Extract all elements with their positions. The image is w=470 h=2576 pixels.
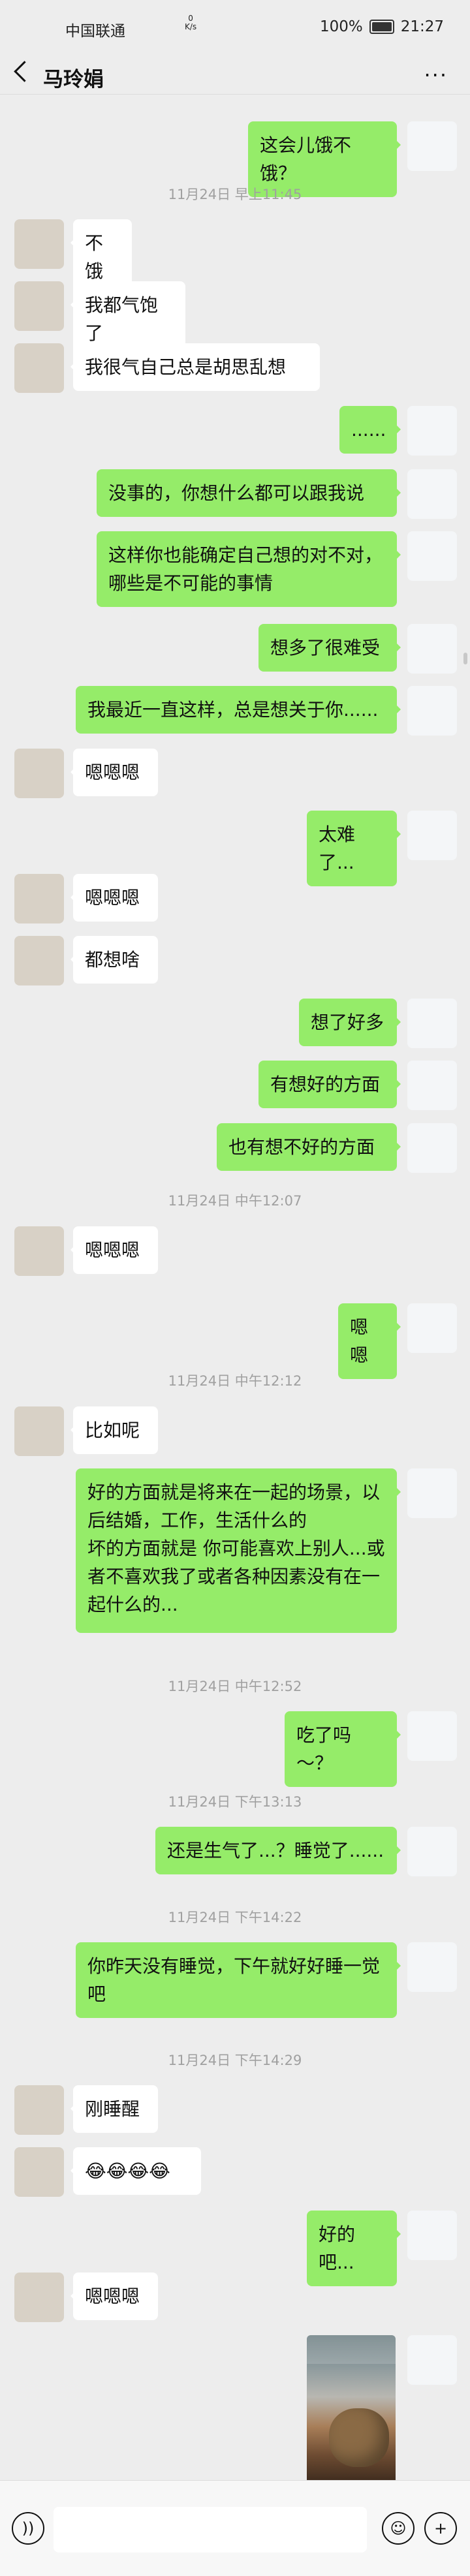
chat-header: 马玲娟 ··· xyxy=(0,54,470,95)
timestamp: 11月24日 中午12:07 xyxy=(168,1193,302,1209)
avatar[interactable] xyxy=(407,686,457,736)
message-bubble[interactable]: 嗯嗯嗯 xyxy=(70,749,158,796)
status-bar: 中国联通 0 K/s 100% 21:27 xyxy=(0,0,470,54)
timestamp: 11月24日 中午12:52 xyxy=(168,1679,302,1694)
message-bubble[interactable]: 你昨天没有睡觉，下午就好好睡一觉吧 xyxy=(76,1942,401,2018)
message-bubble[interactable]: 我最近一直这样，总是想关于你...... xyxy=(76,686,401,734)
message-bubble[interactable]: 好的吧... xyxy=(307,2211,401,2286)
message-bubble[interactable]: 嗯嗯嗯 xyxy=(70,2273,158,2320)
avatar[interactable] xyxy=(14,1406,64,1456)
message-bubble[interactable]: 嗯嗯嗯 xyxy=(70,874,158,922)
avatar[interactable] xyxy=(407,2335,457,2385)
avatar[interactable] xyxy=(407,1942,457,1992)
avatar[interactable] xyxy=(407,2211,457,2260)
message-bubble[interactable]: 嗯嗯嗯 xyxy=(70,1226,158,1274)
avatar[interactable] xyxy=(14,2147,64,2197)
emoji-icon[interactable]: ☺ xyxy=(382,2512,415,2545)
avatar[interactable] xyxy=(14,1226,64,1276)
avatar[interactable] xyxy=(407,1123,457,1173)
timestamp: 11月24日 下午13:13 xyxy=(168,1794,302,1810)
network-speed: 0 K/s xyxy=(185,14,196,31)
avatar[interactable] xyxy=(14,343,64,393)
timestamp: 11月24日 下午14:29 xyxy=(168,2053,302,2068)
avatar[interactable] xyxy=(14,749,64,798)
message-bubble[interactable]: 也有想不好的方面 xyxy=(217,1123,401,1171)
avatar[interactable] xyxy=(407,1061,457,1110)
back-icon[interactable] xyxy=(14,61,35,82)
avatar[interactable] xyxy=(407,406,457,456)
avatar[interactable] xyxy=(407,531,457,581)
avatar[interactable] xyxy=(407,1468,457,1518)
message-bubble[interactable]: 吃了吗～？ xyxy=(285,1711,401,1787)
avatar[interactable] xyxy=(407,624,457,674)
timestamp: 11月24日 中午12:12 xyxy=(168,1373,302,1389)
carrier-label: 中国联通 xyxy=(65,23,125,40)
avatar[interactable] xyxy=(407,121,457,171)
message-bubble[interactable]: 太难了... xyxy=(307,811,401,886)
message-bubble[interactable]: ...... xyxy=(339,406,401,454)
message-bubble[interactable]: 嗯嗯 xyxy=(338,1303,401,1379)
message-bubble[interactable]: 比如呢 xyxy=(70,1406,158,1454)
avatar[interactable] xyxy=(407,1827,457,1876)
battery-percent: 100% xyxy=(319,18,363,35)
input-bar: )) ☺ + xyxy=(0,2480,470,2576)
message-bubble[interactable]: 都想啥 xyxy=(70,936,158,984)
net-speed-unit: K/s xyxy=(185,22,197,31)
battery-icon xyxy=(369,20,394,34)
avatar[interactable] xyxy=(407,811,457,860)
message-bubble[interactable]: 刚睡醒 xyxy=(70,2085,158,2133)
avatar[interactable] xyxy=(14,219,64,269)
timestamp: 11月24日 早上11:45 xyxy=(168,187,302,202)
message-bubble[interactable]: 还是生气了...？睡觉了...... xyxy=(155,1827,401,1874)
timestamp: 11月24日 下午14:22 xyxy=(168,1910,302,1925)
avatar[interactable] xyxy=(407,999,457,1048)
status-right: 100% 21:27 xyxy=(320,18,444,35)
status-time: 21:27 xyxy=(400,18,444,35)
scrollbar-thumb[interactable] xyxy=(463,653,467,664)
message-bubble[interactable]: 好的方面就是将来在一起的场景，以后结婚，工作，生活什么的 坏的方面就是 你可能喜… xyxy=(76,1468,401,1633)
plus-icon[interactable]: + xyxy=(424,2512,457,2545)
avatar[interactable] xyxy=(14,874,64,923)
photo-subject xyxy=(329,2408,389,2467)
message-input[interactable] xyxy=(54,2507,367,2553)
avatar[interactable] xyxy=(407,1303,457,1353)
avatar[interactable] xyxy=(14,281,64,331)
message-bubble[interactable]: 😂😂😂😂 xyxy=(70,2147,201,2195)
message-bubble[interactable]: 想了好多 xyxy=(299,999,401,1046)
message-bubble[interactable]: 有想好的方面 xyxy=(258,1061,401,1108)
message-bubble[interactable]: 这样你也能确定自己想的对不对，哪些是不可能的事情 xyxy=(97,531,401,607)
avatar[interactable] xyxy=(407,469,457,519)
message-bubble[interactable]: 没事的，你想什么都可以跟我说 xyxy=(97,469,401,517)
avatar[interactable] xyxy=(14,2085,64,2135)
avatar[interactable] xyxy=(14,2273,64,2322)
photo-strip xyxy=(307,2335,396,2364)
chat-title: 马玲娟 xyxy=(43,68,104,91)
message-bubble[interactable]: 我很气自己总是胡思乱想 xyxy=(70,343,320,391)
net-speed-value: 0 xyxy=(188,14,193,23)
more-icon[interactable]: ··· xyxy=(424,63,448,87)
avatar[interactable] xyxy=(14,936,64,985)
message-bubble[interactable]: 想多了很难受 xyxy=(258,624,401,672)
avatar[interactable] xyxy=(407,1711,457,1761)
voice-icon[interactable]: )) xyxy=(12,2512,44,2545)
